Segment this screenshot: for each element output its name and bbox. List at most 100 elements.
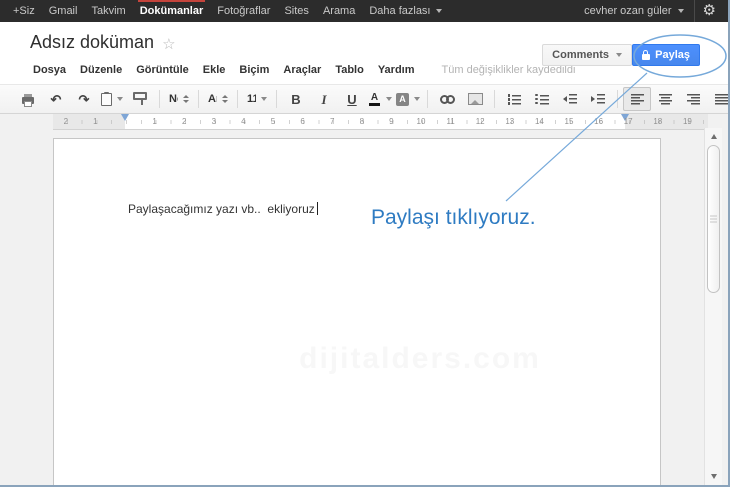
redo-button[interactable]: ↷ xyxy=(70,87,98,111)
ruler-number: 19 xyxy=(682,117,692,126)
menu-edit[interactable]: Düzenle xyxy=(77,62,125,78)
ruler-number: 17 xyxy=(623,117,633,126)
insert-link-button[interactable] xyxy=(433,87,461,111)
font-size-select[interactable]: 11 xyxy=(243,87,271,111)
topbar-item-search[interactable]: Arama xyxy=(316,0,362,22)
bold-button[interactable]: B xyxy=(282,87,310,111)
font-select[interactable]: Arial xyxy=(204,87,232,111)
link-icon xyxy=(439,94,455,104)
paint-format-button[interactable] xyxy=(126,87,154,111)
gear-icon[interactable]: ⚙ xyxy=(697,0,722,22)
scroll-down-button[interactable] xyxy=(705,470,722,482)
italic-button[interactable]: I xyxy=(310,87,338,111)
toolbar-separator xyxy=(159,90,160,108)
highlight-color-button[interactable] xyxy=(394,87,422,111)
text-color-icon xyxy=(368,93,381,106)
topbar-item-label: Dokümanlar xyxy=(139,5,204,17)
chevron-down-icon xyxy=(117,97,123,101)
align-right-button[interactable] xyxy=(679,87,707,111)
ruler-number: 18 xyxy=(653,117,663,126)
ruler-number: 13 xyxy=(505,117,515,126)
ruler-number: 12 xyxy=(475,117,485,126)
vertical-scrollbar[interactable] xyxy=(704,128,722,485)
align-left-button[interactable] xyxy=(623,87,651,111)
menu-format[interactable]: Biçim xyxy=(236,62,272,78)
topbar-item-label: Daha fazlası xyxy=(369,5,431,17)
insert-image-button[interactable] xyxy=(461,87,489,111)
menu-tools[interactable]: Araçlar xyxy=(280,62,324,78)
topbar-item-calendar[interactable]: Takvim xyxy=(84,0,132,22)
scroll-up-button[interactable] xyxy=(705,130,722,142)
share-button[interactable]: Paylaş xyxy=(632,44,700,66)
menu-help[interactable]: Yardım xyxy=(375,62,418,78)
menu-view[interactable]: Görüntüle xyxy=(133,62,192,78)
printer-icon xyxy=(22,94,34,107)
account-name: cevher ozan güler xyxy=(584,5,672,17)
comments-button-label: Comments xyxy=(552,49,609,61)
underline-button[interactable]: U xyxy=(338,87,366,111)
left-margin-marker[interactable] xyxy=(121,114,129,121)
align-left-icon xyxy=(630,93,644,105)
toolbar-separator xyxy=(427,90,428,108)
document-text: Paylaşacağımız yazı vb.. ekliyoruz xyxy=(128,202,315,216)
ruler-number: 16 xyxy=(594,117,604,126)
chevron-down-icon xyxy=(386,97,392,101)
ruler-number: 15 xyxy=(564,117,574,126)
ruler-number: 1 xyxy=(152,117,157,126)
paint-roller-icon xyxy=(133,92,147,105)
web-clipboard-button[interactable] xyxy=(98,87,126,111)
spinner-icon xyxy=(222,95,228,103)
ruler-number: 11 xyxy=(446,117,455,126)
text-color-button[interactable] xyxy=(366,87,394,111)
decrease-indent-button[interactable] xyxy=(556,87,584,111)
document-page[interactable]: dijitalders.com xyxy=(53,138,661,485)
topbar-item-documents[interactable]: Dokümanlar xyxy=(133,0,211,22)
ruler-number: 5 xyxy=(270,117,276,126)
topbar-item-photos[interactable]: Fotoğraflar xyxy=(210,0,277,22)
star-icon[interactable]: ☆ xyxy=(162,35,175,53)
chevron-down-icon xyxy=(414,97,420,101)
numbered-list-button[interactable] xyxy=(500,87,528,111)
toolbar-separator xyxy=(494,90,495,108)
ruler-number: 8 xyxy=(359,117,365,126)
menu-file[interactable]: Dosya xyxy=(30,62,69,78)
print-button[interactable] xyxy=(14,87,42,111)
topbar-divider xyxy=(693,0,695,22)
account-menu[interactable]: cevher ozan güler xyxy=(576,5,691,17)
topbar-item-label: Sites xyxy=(284,5,309,17)
toolbar-separator xyxy=(198,90,199,108)
scrollbar-thumb[interactable] xyxy=(707,145,720,293)
share-button-label: Paylaş xyxy=(655,49,690,61)
align-center-button[interactable] xyxy=(651,87,679,111)
menu-table[interactable]: Tablo xyxy=(332,62,367,78)
topbar-item-sites[interactable]: Sites xyxy=(277,0,315,22)
topbar-item-gmail[interactable]: Gmail xyxy=(42,0,85,22)
formatting-toolbar: ↶↷ Normal me... Arial 11 BIU xyxy=(0,84,728,114)
ruler-number: 4 xyxy=(241,117,246,126)
document-area: dijitalders.com Paylaşacağımız yazı vb..… xyxy=(0,130,728,485)
document-text-line[interactable]: Paylaşacağımız yazı vb.. ekliyoruz xyxy=(128,202,318,216)
styles-select[interactable]: Normal me... xyxy=(165,87,193,111)
topbar-item-more[interactable]: Daha fazlası xyxy=(362,0,448,22)
toolbar-separator xyxy=(237,90,238,108)
topbar-item-plus-you[interactable]: +Siz xyxy=(6,0,42,22)
numbered-list-icon xyxy=(507,93,521,105)
menu-insert[interactable]: Ekle xyxy=(200,62,229,78)
document-header: Adsız doküman ☆ Dosya Düzenle Görüntüle Ekl… xyxy=(0,22,728,84)
topbar-item-label: Gmail xyxy=(48,5,78,17)
document-title[interactable]: Adsız doküman ☆ xyxy=(30,32,176,53)
chevron-down-icon xyxy=(261,97,267,101)
undo-button[interactable]: ↶ xyxy=(42,87,70,111)
image-icon xyxy=(467,93,483,105)
google-bar-right: cevher ozan güler ⚙ xyxy=(576,0,722,22)
ruler-number: 6 xyxy=(300,117,305,126)
menu-bar: Dosya Düzenle Görüntüle Ekle Biçim Araçlar Tab… xyxy=(30,62,575,78)
toolbar-separator xyxy=(617,90,618,108)
indent-increase-icon xyxy=(591,93,605,105)
comments-button[interactable]: Comments xyxy=(542,44,632,66)
align-justify-button[interactable] xyxy=(707,87,728,111)
topbar-item-label: +Siz xyxy=(13,5,35,17)
bulleted-list-button[interactable] xyxy=(528,87,556,111)
chevron-down-icon xyxy=(435,9,442,13)
increase-indent-button[interactable] xyxy=(584,87,612,111)
